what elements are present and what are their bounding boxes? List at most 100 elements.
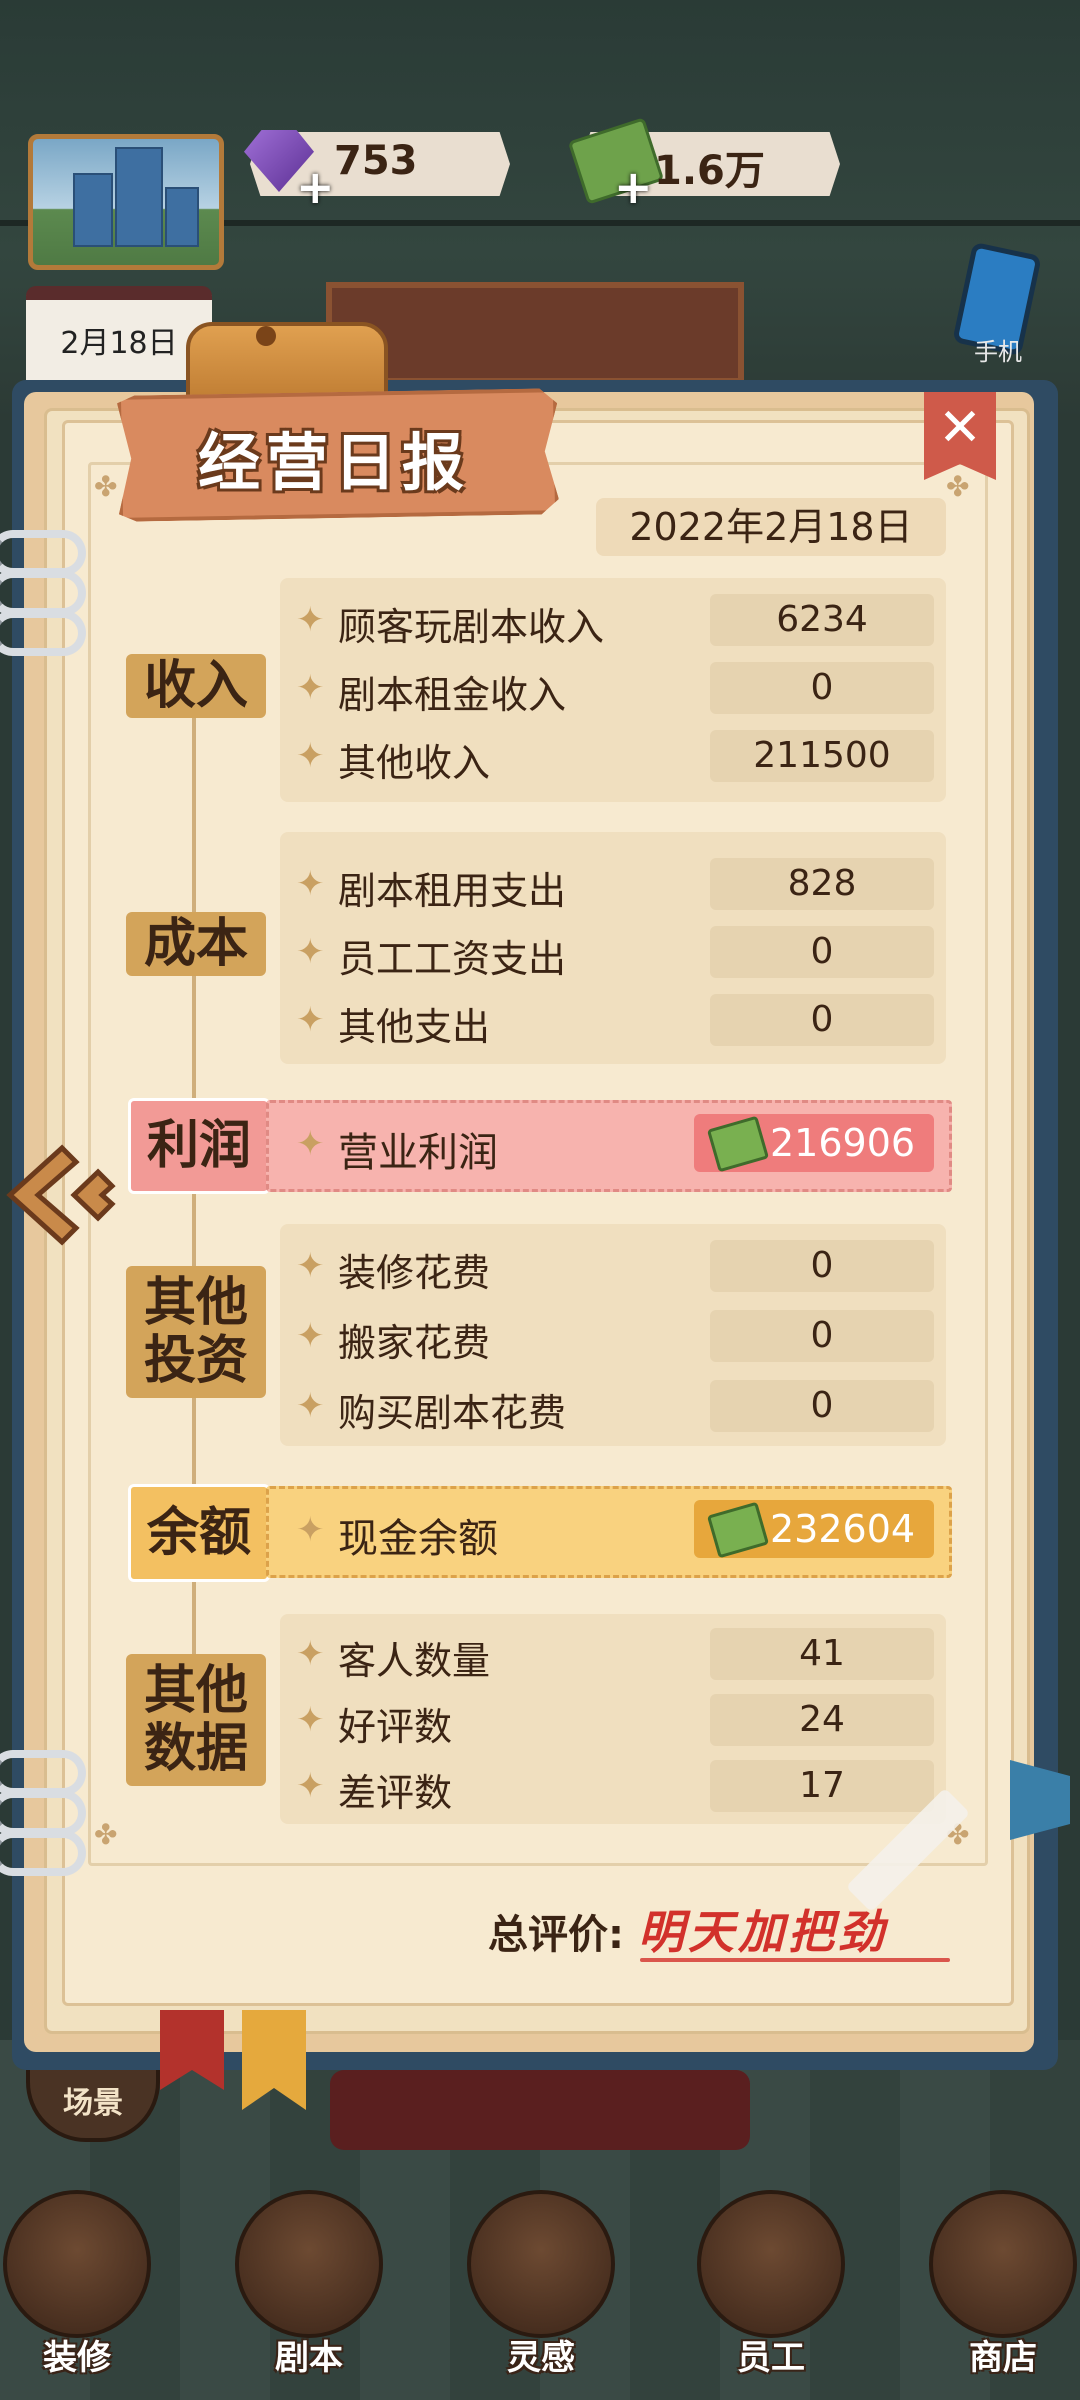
row-label: 剧本租用支出 [338,869,567,913]
binder-ring [0,610,86,656]
page-tab[interactable] [1010,1760,1070,1840]
profit-label: 营业利润 [338,1130,498,1176]
category-profit: 利润 [128,1098,270,1194]
star-icon: ✦ [296,1510,325,1550]
table-row: ✦ 搬家花费 0 [280,1310,946,1365]
badge-icon [697,2190,845,2338]
close-icon[interactable]: ✕ [924,398,996,458]
investment-box: ✦ 装修花费 0 ✦ 搬家花费 0 ✦ 购买剧本花费 0 [280,1224,946,1446]
other-data-box: ✦ 客人数量 41 ✦ 好评数 24 ✦ 差评数 17 [280,1614,946,1824]
table-row: ✦ 购买剧本花费 0 [280,1380,946,1435]
table-row: ✦ 装修花费 0 [280,1240,946,1295]
row-label: 搬家花费 [338,1321,491,1365]
star-icon: ✦ [296,1766,325,1806]
row-label: 顾客玩剧本收入 [338,605,605,649]
category-line: 其他 [143,1273,248,1333]
sofa-decor [330,2070,750,2150]
add-gems-icon[interactable]: + [296,160,335,214]
star-icon: ✦ [296,600,325,640]
scene-button-label: 场景 [63,2086,123,2121]
balance-label: 现金余额 [338,1516,498,1562]
report-title: 经营日报 [197,426,470,499]
cost-box: ✦ 剧本租用支出 828 ✦ 员工工资支出 0 ✦ 其他支出 0 [280,832,946,1064]
nav-label: 装修 [43,2338,111,2378]
category-balance: 余额 [128,1484,270,1582]
row-value: 211500 [710,730,934,782]
star-icon: ✦ [296,1316,325,1356]
star-icon: ✦ [296,864,325,904]
table-row: ✦ 差评数 17 [280,1760,946,1815]
row-label: 差评数 [338,1771,453,1815]
row-label: 员工工资支出 [338,937,567,981]
summary: 总评价: 明天加把劲 [488,1896,888,1962]
star-icon: ✦ [296,1000,325,1040]
building-thumbnail[interactable] [28,134,224,270]
nav-decorate[interactable]: 装修 [2,2190,152,2390]
row-value: 24 [710,1694,934,1746]
summary-value: 明天加把劲 [637,1905,888,1959]
star-icon: ✦ [296,1386,325,1426]
cash-count: 1.6万 [654,148,765,194]
row-value: 0 [710,1380,934,1432]
row-value: 0 [710,1240,934,1292]
clip-rivet [256,326,276,346]
summary-underline [640,1958,950,1962]
row-value: 0 [710,662,934,714]
row-value: 0 [710,994,934,1046]
star-icon: ✦ [296,668,325,708]
table-row: ✦ 其他支出 0 [280,994,946,1049]
report-date: 2022年2月18日 [596,498,946,556]
table-row: ✦ 员工工资支出 0 [280,926,946,981]
phone-label: 手机 [974,338,1022,366]
row-value: 6234 [710,594,934,646]
table-row: ✦ 其他收入 211500 [280,730,946,785]
nav-label: 商店 [969,2338,1037,2378]
star-icon: ✦ [296,1246,325,1286]
table-row: ✦ 顾客玩剧本收入 6234 [280,594,946,649]
nav-staff[interactable]: 员工 [696,2190,846,2390]
row-label: 其他收入 [338,741,491,785]
row-label: 装修花费 [338,1251,491,1295]
nav-shop[interactable]: 商店 [928,2190,1078,2390]
row-value: 17 [710,1760,934,1812]
corner-ornament: ✤ [94,470,118,503]
category-income: 收入 [126,654,266,718]
income-box: ✦ 顾客玩剧本收入 6234 ✦ 剧本租金收入 0 ✦ 其他收入 211500 [280,578,946,802]
back-arrow-icon[interactable] [2,1140,122,1250]
book-icon [235,2190,383,2338]
category-line: 投资 [143,1331,248,1391]
table-row: ✦ 剧本租金收入 0 [280,662,946,717]
row-label: 好评数 [338,1705,453,1749]
nav-label: 灵感 [507,2338,575,2378]
summary-label: 总评价: [488,1912,624,1958]
row-label: 购买剧本花费 [338,1391,567,1435]
lightbulb-icon [467,2190,615,2338]
nav-label: 剧本 [275,2338,343,2378]
nav-inspiration[interactable]: 灵感 [466,2190,616,2390]
category-other-data: 其他 数据 [126,1654,266,1786]
star-icon: ✦ [296,1124,325,1164]
shop-icon [929,2190,1077,2338]
star-icon: ✦ [296,1700,325,1740]
nav-scripts[interactable]: 剧本 [234,2190,384,2390]
star-icon: ✦ [296,736,325,776]
bookshelf-decor [326,282,744,384]
corner-ornament: ✤ [946,470,970,503]
nav-label: 员工 [737,2338,805,2378]
star-icon: ✦ [296,932,325,972]
star-icon: ✦ [296,1634,325,1674]
category-cost: 成本 [126,912,266,976]
row-label: 剧本租金收入 [338,673,567,717]
add-cash-icon[interactable]: + [614,160,653,214]
row-label: 客人数量 [338,1639,491,1683]
row-value: 0 [710,926,934,978]
row-value: 0 [710,1310,934,1362]
binder-ring [0,1830,86,1876]
row-value: 828 [710,858,934,910]
row-value: 41 [710,1628,934,1680]
row-label: 其他支出 [338,1005,491,1049]
category-investment: 其他 投资 [126,1266,266,1398]
house-icon [3,2190,151,2338]
gem-count: 753 [334,138,418,184]
calendar-date: 2月18日 [60,326,178,361]
